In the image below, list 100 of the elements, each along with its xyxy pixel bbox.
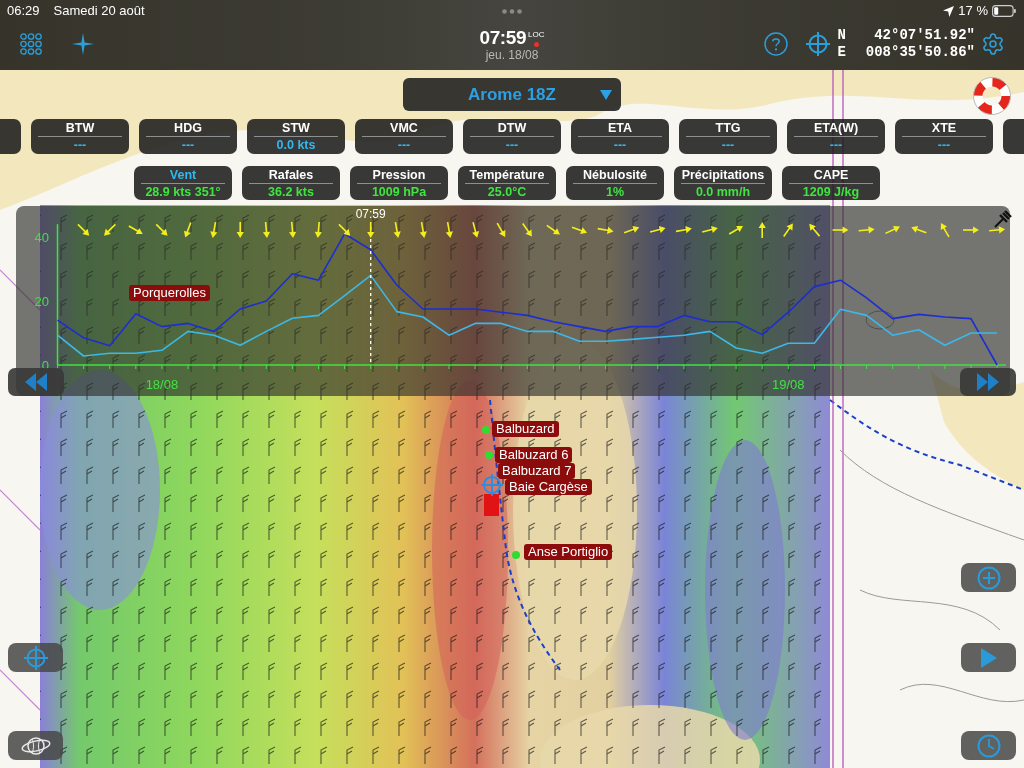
- instrument-label: VMC: [389, 121, 419, 135]
- instrument-value: 0.0 kts: [275, 138, 317, 152]
- instrument-label: ETA(W): [812, 121, 860, 135]
- weather-label: Pression: [371, 168, 427, 182]
- help-icon[interactable]: [764, 32, 789, 56]
- wind-arrow-icon: [367, 221, 375, 238]
- target-icon[interactable]: [806, 32, 831, 56]
- wind-arrow-icon: [393, 221, 401, 238]
- grid-menu-icon[interactable]: [20, 33, 42, 55]
- fast-forward-button[interactable]: [960, 368, 1016, 396]
- battery-icon: [992, 5, 1016, 17]
- current-time-label: 07:59: [355, 207, 386, 221]
- instrument-panel[interactable]: VMC ---: [355, 119, 453, 154]
- weather-panel[interactable]: Pression 1009 hPa: [350, 166, 448, 200]
- waypoint-label[interactable]: Balbuzard 7: [498, 463, 576, 479]
- rewind-button[interactable]: [8, 368, 64, 396]
- wind-arrow-icon: [831, 226, 849, 234]
- instrument-panel[interactable]: DTW ---: [463, 119, 561, 154]
- weather-value: 1009 hPa: [370, 185, 428, 199]
- wind-arrow-icon: [236, 221, 244, 238]
- settings-icon[interactable]: [981, 32, 1005, 56]
- wind-arrow-icon: [155, 223, 168, 236]
- weather-value: 0.0 mm/h: [694, 185, 752, 199]
- weather-panel[interactable]: Rafales 36.2 kts: [242, 166, 340, 200]
- waypoint-dot-icon: [512, 551, 520, 559]
- weather-panel[interactable]: Température 25.0°C: [458, 166, 556, 200]
- waypoint-label[interactable]: Balbuzard: [492, 421, 559, 437]
- zoom-in-button[interactable]: [961, 563, 1016, 592]
- wind-arrow-icon: [496, 222, 506, 237]
- instrument-panel[interactable]: TTG ---: [679, 119, 777, 154]
- waypoint-label[interactable]: Porquerolles: [129, 285, 210, 301]
- wind-arrow-icon: [988, 226, 1006, 234]
- wind-arrow-icon: [521, 222, 532, 237]
- instrument-panel[interactable]: STW 0.0 kts: [247, 119, 345, 154]
- battery-percent: 17 %: [958, 3, 988, 19]
- crosshair-icon: [23, 645, 48, 670]
- weather-label: CAPE: [812, 168, 850, 182]
- wind-arrow-icon: [262, 221, 271, 238]
- wind-arrow-icon: [314, 221, 322, 238]
- instrument-panel[interactable]: XTE ---: [895, 119, 993, 154]
- weather-value: 36.2 kts: [267, 185, 315, 199]
- globe-button[interactable]: [8, 731, 63, 760]
- weather-label: Température: [468, 168, 546, 182]
- wind-arrow-icon: [857, 226, 875, 234]
- play-icon: [980, 647, 997, 668]
- wind-arrow-icon: [782, 223, 793, 238]
- instrument-label: DTW: [496, 121, 528, 135]
- fast-forward-icon: [977, 373, 999, 391]
- clock-zone: LOC: [528, 30, 545, 39]
- wind-arrow-icon: [701, 226, 718, 233]
- wind-arrow-icon: [77, 223, 90, 236]
- weather-value: 28.9 kts 351°: [144, 185, 222, 199]
- weather-value: 25.0°C: [486, 185, 528, 199]
- star-icon[interactable]: [72, 33, 94, 55]
- wind-arrow-icon: [623, 225, 640, 234]
- instrument-label: XTE: [930, 121, 958, 135]
- wind-arrow-icon: [962, 226, 979, 234]
- wind-arrow-icon: [675, 226, 692, 234]
- waypoint-label[interactable]: Balbuzard 6: [495, 447, 573, 463]
- wind-arrow-icon: [911, 225, 928, 234]
- locate-button[interactable]: [8, 643, 63, 672]
- instrument-panel[interactable]: HDG ---: [139, 119, 237, 154]
- instrument-label: HDG: [173, 121, 203, 135]
- waypoint-label[interactable]: Anse Portiglio: [524, 544, 613, 560]
- instrument-panel[interactable]: BTW ---: [31, 119, 129, 154]
- instrument-label: BTW: [64, 121, 96, 135]
- clock-button[interactable]: [961, 731, 1016, 760]
- wind-arrow-icon: [128, 225, 143, 235]
- instrument-value: ---: [180, 138, 196, 152]
- play-button[interactable]: [961, 643, 1016, 672]
- location-arrow-icon: [943, 5, 955, 17]
- wind-arrow-icon: [649, 226, 666, 233]
- wind-arrow-icon: [289, 221, 297, 238]
- wind-arrow-icon: [940, 223, 950, 238]
- instrument-panel[interactable]: ETA(W) ---: [787, 119, 885, 154]
- caret-icon: [600, 89, 612, 100]
- wind-arrow-icon: [338, 223, 351, 236]
- more-dots-icon[interactable]: [501, 8, 522, 14]
- weather-label: Nébulosité: [582, 168, 648, 182]
- weather-panel[interactable]: CAPE 1209 J/kg: [782, 166, 880, 200]
- axis-label: 20: [34, 294, 49, 309]
- instrument-label: ETA: [606, 121, 634, 135]
- wind-arrow-icon: [419, 221, 427, 238]
- status-date: Samedi 20 août: [53, 3, 145, 19]
- lifebuoy-icon[interactable]: [972, 77, 1012, 115]
- axis-label: 40: [34, 230, 49, 245]
- clock-time: 07:59: [479, 28, 527, 48]
- axis-label: 0: [41, 358, 49, 373]
- waypoint-label[interactable]: Baie Cargèse: [505, 479, 592, 495]
- weather-panel[interactable]: Vent 28.9 kts 351°: [134, 166, 232, 200]
- wind-arrow-icon: [571, 226, 587, 235]
- instrument-value: ---: [72, 138, 88, 152]
- wind-arrow-icon: [809, 223, 821, 237]
- weather-panel[interactable]: Nébulosité 1%: [566, 166, 664, 200]
- instrument-value: ---: [936, 138, 952, 152]
- weather-panel[interactable]: Précipitations 0.0 mm/h: [674, 166, 772, 200]
- pin-icon[interactable]: [994, 210, 1012, 228]
- model-selector[interactable]: Arome 18Z: [403, 78, 621, 111]
- instrument-panel[interactable]: ETA ---: [571, 119, 669, 154]
- weather-label: Vent: [168, 168, 198, 182]
